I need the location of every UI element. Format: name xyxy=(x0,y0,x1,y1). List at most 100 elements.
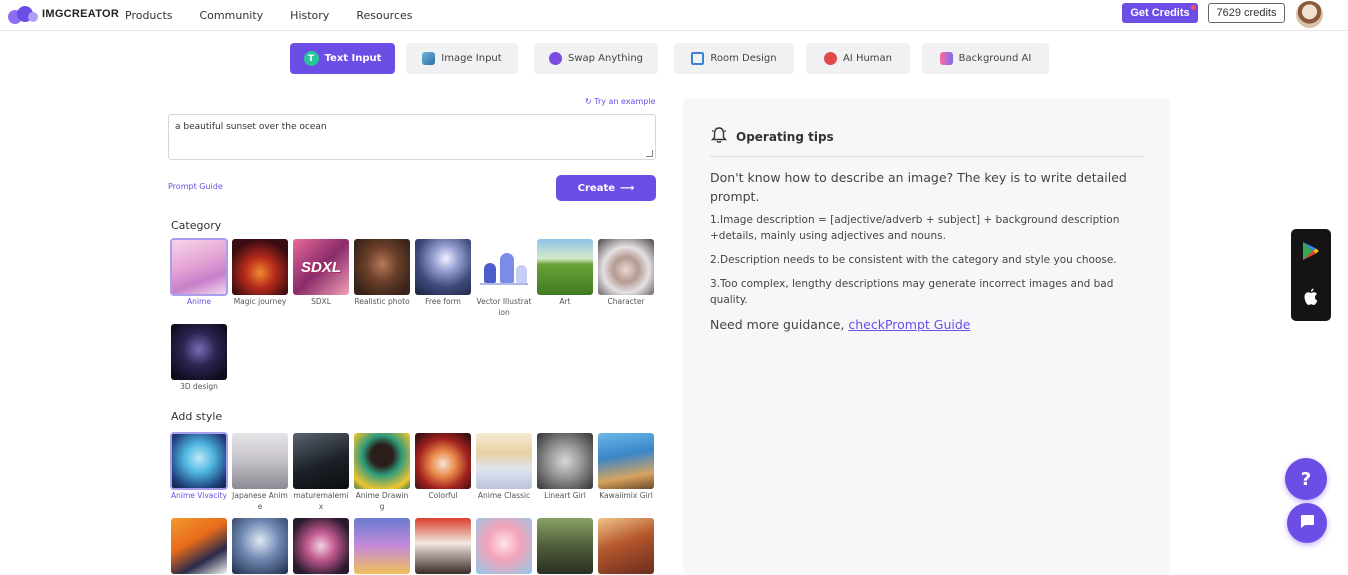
style-title: Add style xyxy=(171,410,223,423)
thumbnail xyxy=(232,239,288,295)
chat-button[interactable] xyxy=(1287,503,1327,543)
nav-history[interactable]: History xyxy=(290,9,329,22)
get-credits-button[interactable]: Get Credits xyxy=(1122,3,1198,23)
apple-icon[interactable] xyxy=(1302,287,1320,311)
category-item-sdxl[interactable]: SDXL SDXL xyxy=(293,239,349,307)
thumb-label: Art xyxy=(559,297,571,306)
thumb-label: Free form xyxy=(425,297,461,306)
category-title: Category xyxy=(171,219,222,232)
thumb-label: Colorful xyxy=(428,491,458,500)
create-label: Create xyxy=(577,182,616,194)
logo-icon xyxy=(8,4,38,24)
user-avatar[interactable] xyxy=(1296,1,1323,28)
category-item-magic-journey[interactable]: Magic journey xyxy=(232,239,288,307)
category-item-realistic-photo[interactable]: Realistic photo xyxy=(354,239,410,307)
nav-community[interactable]: Community xyxy=(200,9,264,22)
style-thumbnail[interactable] xyxy=(171,518,227,574)
thumbnail xyxy=(354,239,410,295)
thumb-label: 3D design xyxy=(180,382,218,391)
style-thumbnail[interactable] xyxy=(476,518,532,574)
prompt-guide-link[interactable]: Prompt Guide xyxy=(168,182,223,191)
tips-more-text: Need more guidance, xyxy=(710,317,849,332)
style-item-anime-vivacity[interactable]: Anime Vivacity xyxy=(170,432,228,501)
prompt-guide-link[interactable]: checkPrompt Guide xyxy=(848,317,970,332)
thumbnail xyxy=(354,433,410,489)
bell-icon xyxy=(710,126,728,147)
google-play-icon[interactable] xyxy=(1302,241,1320,265)
thumbnail xyxy=(537,239,593,295)
style-item-maturemalemix[interactable]: maturemalemix xyxy=(293,433,349,512)
tab-swap-anything[interactable]: Swap Anything xyxy=(534,43,658,74)
tab-ai-human[interactable]: AI Human xyxy=(806,43,910,74)
style-thumbnail[interactable] xyxy=(415,518,471,574)
tab-label: Image Input xyxy=(441,53,502,64)
logo-text: IMGCREATOR xyxy=(42,8,120,20)
top-navigation-bar: IMGCREATOR Products Community History Re… xyxy=(0,0,1348,31)
thumbnail xyxy=(170,238,228,296)
house-icon xyxy=(691,52,705,65)
thumbnail xyxy=(598,239,654,295)
style-thumbnail[interactable] xyxy=(293,518,349,574)
thumb-label: SDXL xyxy=(311,297,331,306)
help-label: ? xyxy=(1300,468,1312,490)
tab-image-input[interactable]: Image Input xyxy=(406,43,518,74)
create-button[interactable]: Create ⟶ xyxy=(556,175,656,201)
help-button[interactable]: ? xyxy=(1285,458,1327,500)
thumbnail: SDXL xyxy=(293,239,349,295)
style-thumbnail[interactable] xyxy=(232,518,288,574)
tab-label: Background AI xyxy=(958,53,1032,64)
category-item-free-form[interactable]: Free form xyxy=(415,239,471,307)
tip-item: 1.Image description = [adjective/adverb … xyxy=(710,214,1120,242)
category-item-character[interactable]: Character xyxy=(598,239,654,307)
thumb-label: Anime Vivacity xyxy=(171,491,227,500)
tab-label: AI Human xyxy=(842,53,893,64)
style-item-colorful[interactable]: Colorful xyxy=(415,433,471,501)
nav-resources[interactable]: Resources xyxy=(356,9,412,22)
thumb-label: Character xyxy=(607,297,645,306)
style-item-kawaiimix-girl[interactable]: Kawaiimix Girl xyxy=(598,433,654,501)
style-item-lineart-girl[interactable]: Lineart Girl xyxy=(537,433,593,501)
divider xyxy=(710,156,1144,157)
try-example-label: Try an example xyxy=(594,97,656,106)
thumbnail xyxy=(170,432,228,490)
main-nav: Products Community History Resources xyxy=(125,9,413,22)
tab-text-input[interactable]: T Text Input xyxy=(290,43,395,74)
style-thumbnail[interactable] xyxy=(354,518,410,574)
tips-header: Operating tips xyxy=(710,126,834,147)
chat-bubble-icon xyxy=(1298,512,1316,535)
thumb-label: Anime Drawing xyxy=(355,491,409,511)
thumbnail xyxy=(598,433,654,489)
tips-title: Operating tips xyxy=(736,129,834,144)
swap-icon xyxy=(549,52,562,65)
style-thumbnail[interactable] xyxy=(537,518,593,574)
category-item-art[interactable]: Art xyxy=(537,239,593,307)
thumbnail xyxy=(415,433,471,489)
thumbnail xyxy=(171,324,227,380)
nav-products[interactable]: Products xyxy=(125,9,173,22)
category-item-vector-illustration[interactable]: Vector Illustration xyxy=(476,239,532,318)
logo[interactable]: IMGCREATOR xyxy=(8,4,119,24)
style-item-anime-drawing[interactable]: Anime Drawing xyxy=(354,433,410,512)
resize-handle-icon[interactable] xyxy=(646,150,653,157)
background-ai-icon xyxy=(939,52,953,65)
tab-background-ai[interactable]: Background AI xyxy=(922,43,1049,74)
thumbnail xyxy=(293,433,349,489)
style-item-anime-classic[interactable]: Anime Classic xyxy=(476,433,532,501)
text-input-icon: T xyxy=(303,51,319,66)
thumbnail xyxy=(476,239,532,295)
tab-label: Text Input xyxy=(324,53,382,64)
thumb-label: maturemalemix xyxy=(293,491,349,511)
category-item-3d-design[interactable]: 3D design xyxy=(171,324,227,392)
prompt-input[interactable]: a beautiful sunset over the ocean xyxy=(168,114,656,160)
tip-item: 3.Too complex, lengthy descriptions may … xyxy=(710,278,1114,306)
ai-human-icon xyxy=(823,52,837,65)
style-thumbnail[interactable] xyxy=(598,518,654,574)
try-example-link[interactable]: ↻ Try an example xyxy=(585,97,655,106)
tips-more: Need more guidance, checkPrompt Guide xyxy=(710,317,970,332)
style-item-japanese-anime[interactable]: Japanese Anime xyxy=(232,433,288,512)
credits-balance[interactable]: 7629 credits xyxy=(1208,3,1285,23)
tab-room-design[interactable]: Room Design xyxy=(674,43,794,74)
thumb-label: Vector Illustration xyxy=(476,297,532,317)
category-item-anime[interactable]: Anime xyxy=(170,238,228,307)
thumb-label: Japanese Anime xyxy=(232,491,288,511)
